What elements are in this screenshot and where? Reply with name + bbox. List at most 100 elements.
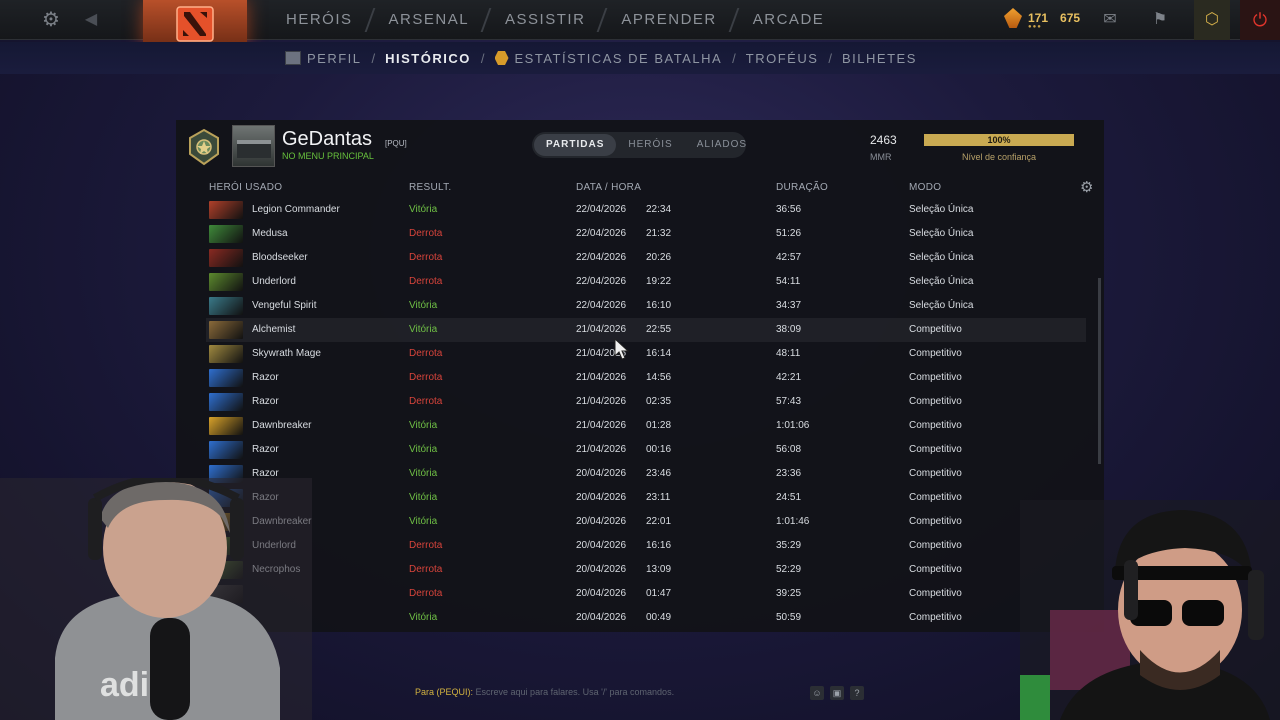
subnav-perfil[interactable]: PERFIL [285, 51, 362, 66]
col-header-datetime[interactable]: DATA / HORA [576, 182, 641, 193]
table-row[interactable]: NecrophosDerrota20/04/202613:0952:29Comp… [206, 558, 1086, 582]
match-time: 14:56 [646, 372, 672, 383]
match-time: 00:49 [646, 612, 672, 623]
armory-icon[interactable]: ⚑ [1148, 8, 1172, 32]
match-date: 20/04/2026 [576, 588, 627, 599]
match-duration: 34:37 [776, 300, 802, 311]
table-row[interactable]: Medusa Derrota 22/04/2026 21:32 51:26 Seleção… [206, 222, 1086, 246]
hero-portrait-icon [209, 225, 243, 243]
chat-input[interactable]: Para (PEQUI): Escreve aqui para falares.… [415, 687, 674, 697]
dota-logo-button[interactable] [143, 0, 247, 48]
nav-arsenal[interactable]: ARSENAL [371, 0, 488, 40]
hero-name: Alchemist [252, 324, 296, 335]
match-duration: 35:29 [776, 540, 802, 551]
shards-value: 171 [1028, 11, 1049, 25]
match-date: 20/04/2026 [576, 516, 627, 527]
nav-aprender[interactable]: APRENDER [603, 0, 734, 40]
settings-gear-icon[interactable]: ⚙ [40, 9, 62, 31]
table-row[interactable]: DawnbreakerVitória20/04/202622:011:01:46… [206, 510, 1086, 534]
game-mode: Competitivo [909, 540, 962, 551]
back-arrow-icon[interactable]: ◀ [80, 9, 102, 31]
match-time: 22:34 [646, 204, 672, 215]
match-duration: 1:01:06 [776, 420, 810, 431]
help-icon[interactable]: ? [850, 686, 864, 700]
currency-dots: ●●● [1028, 24, 1042, 30]
game-mode: Seleção Única [909, 252, 974, 263]
match-date: 22/04/2026 [576, 300, 627, 311]
subnav-bilhetes[interactable]: BILHETES [842, 51, 917, 66]
shards-icon [1004, 8, 1022, 28]
match-time: 16:10 [646, 300, 672, 311]
confidence-bar: 100% [924, 134, 1074, 146]
game-mode: Competitivo [909, 324, 962, 335]
table-row[interactable]: Dawnbreaker Vitória 21/04/2026 01:28 1:01:06… [206, 414, 1086, 438]
match-time: 01:28 [646, 420, 672, 431]
avatar[interactable] [232, 125, 275, 167]
nav-herois[interactable]: HERÓIS [268, 0, 371, 40]
subnav-historico[interactable]: HISTÓRICO [385, 51, 471, 66]
match-result: Vitória [409, 300, 438, 311]
match-date: 20/04/2026 [576, 612, 627, 623]
table-row[interactable]: Legion Commander Vitória 22/04/2026 22:34 36… [206, 198, 1086, 222]
match-result: Derrota [409, 396, 443, 407]
emoji-icon[interactable]: ☺ [810, 686, 824, 700]
col-header-duration[interactable]: DURAÇÃO [776, 182, 828, 193]
nav-arcade[interactable]: ARCADE [735, 0, 843, 40]
col-header-result[interactable]: RESULT. [409, 182, 451, 193]
table-row[interactable]: Vengeful Spirit Vitória 22/04/2026 16:10 34:… [206, 294, 1086, 318]
table-row[interactable]: Derrota 20/04/2026 01:47 39:25 Competitivo [206, 582, 1086, 606]
tab-aliados[interactable]: ALIADOS [685, 134, 759, 156]
match-time: 21:32 [646, 228, 672, 239]
nav-assistir[interactable]: ASSISTIR [487, 0, 603, 40]
scrollbar[interactable] [1098, 278, 1101, 464]
webcam-streamer-left: adi [0, 478, 312, 720]
match-time: 23:46 [646, 468, 672, 479]
match-time: 00:16 [646, 444, 672, 455]
table-row[interactable]: Alchemist Vitória 21/04/2026 22:55 38:09 Comp… [206, 318, 1086, 342]
guild-tag: [PQU] [385, 139, 407, 148]
notification-icon: ⬡ [1205, 11, 1219, 28]
game-mode: Seleção Única [909, 228, 974, 239]
subnav-estatisticas[interactable]: ESTATÍSTICAS DE BATALHA [494, 51, 723, 66]
tab-herois[interactable]: HERÓIS [616, 134, 684, 156]
match-date: 21/04/2026 [576, 372, 627, 383]
subnav-trofeus[interactable]: TROFÉUS [746, 51, 819, 66]
image-icon[interactable]: ▣ [830, 686, 844, 700]
table-settings-gear-icon[interactable]: ⚙ [1080, 178, 1093, 196]
match-time: 22:55 [646, 324, 672, 335]
match-result: Derrota [409, 540, 443, 551]
table-row[interactable]: UnderlordDerrota20/04/202616:1635:29Comp… [206, 534, 1086, 558]
table-row[interactable]: Underlord Derrota 22/04/2026 19:22 54:11 Sele… [206, 270, 1086, 294]
hero-portrait-icon [209, 345, 243, 363]
power-button[interactable]: ⏻ [1240, 0, 1280, 40]
subnav-separator: / [371, 50, 376, 66]
table-row[interactable]: Razor Derrota 21/04/2026 02:35 57:43 Competit… [206, 390, 1086, 414]
match-duration: 36:56 [776, 204, 802, 215]
match-history-panel: GeDantas [PQU] NO MENU PRINCIPAL PARTIDA… [176, 120, 1104, 632]
table-row[interactable]: Razor Vitória 21/04/2026 00:16 56:08 Competit… [206, 438, 1086, 462]
match-duration: 48:11 [776, 348, 801, 359]
match-time: 16:16 [646, 540, 672, 551]
col-header-hero[interactable]: HERÓI USADO [209, 182, 282, 193]
currency-display[interactable]: 171 675 ●●● [1004, 8, 1081, 30]
player-status: NO MENU PRINCIPAL [282, 151, 374, 161]
hero-portrait-icon [209, 297, 243, 315]
match-date: 22/04/2026 [576, 252, 627, 263]
col-header-mode[interactable]: MODO [909, 182, 941, 193]
match-time: 16:14 [646, 348, 672, 359]
match-duration: 50:59 [776, 612, 802, 623]
match-time: 19:22 [646, 276, 672, 287]
table-row[interactable]: Skywrath Mage Derrota 21/04/2026 16:14 48:11… [206, 342, 1086, 366]
match-date: 22/04/2026 [576, 204, 627, 215]
mail-icon[interactable]: ✉ [1098, 8, 1122, 32]
table-row[interactable]: Razor Vitória 20/04/2026 23:46 23:36 Competit… [206, 462, 1086, 486]
table-row[interactable]: Bloodseeker Derrota 22/04/2026 20:26 42:57 Se… [206, 246, 1086, 270]
table-row[interactable]: Vitória 20/04/2026 00:49 50:59 Competitivo [206, 606, 1086, 624]
tab-partidas[interactable]: PARTIDAS [534, 134, 617, 156]
hero-name: Underlord [252, 276, 296, 287]
table-row[interactable]: Razor Derrota 21/04/2026 14:56 42:21 Competit… [206, 366, 1086, 390]
table-row[interactable]: RazorVitória20/04/202623:1124:51Competit… [206, 486, 1086, 510]
top-nav-bar: ⚙ ◀ HERÓIS ARSENAL ASSISTIR APRENDER ARC… [0, 0, 1280, 48]
notification-button[interactable]: ⬡ [1194, 0, 1230, 40]
secondary-currency-value: 675 [1060, 11, 1081, 25]
